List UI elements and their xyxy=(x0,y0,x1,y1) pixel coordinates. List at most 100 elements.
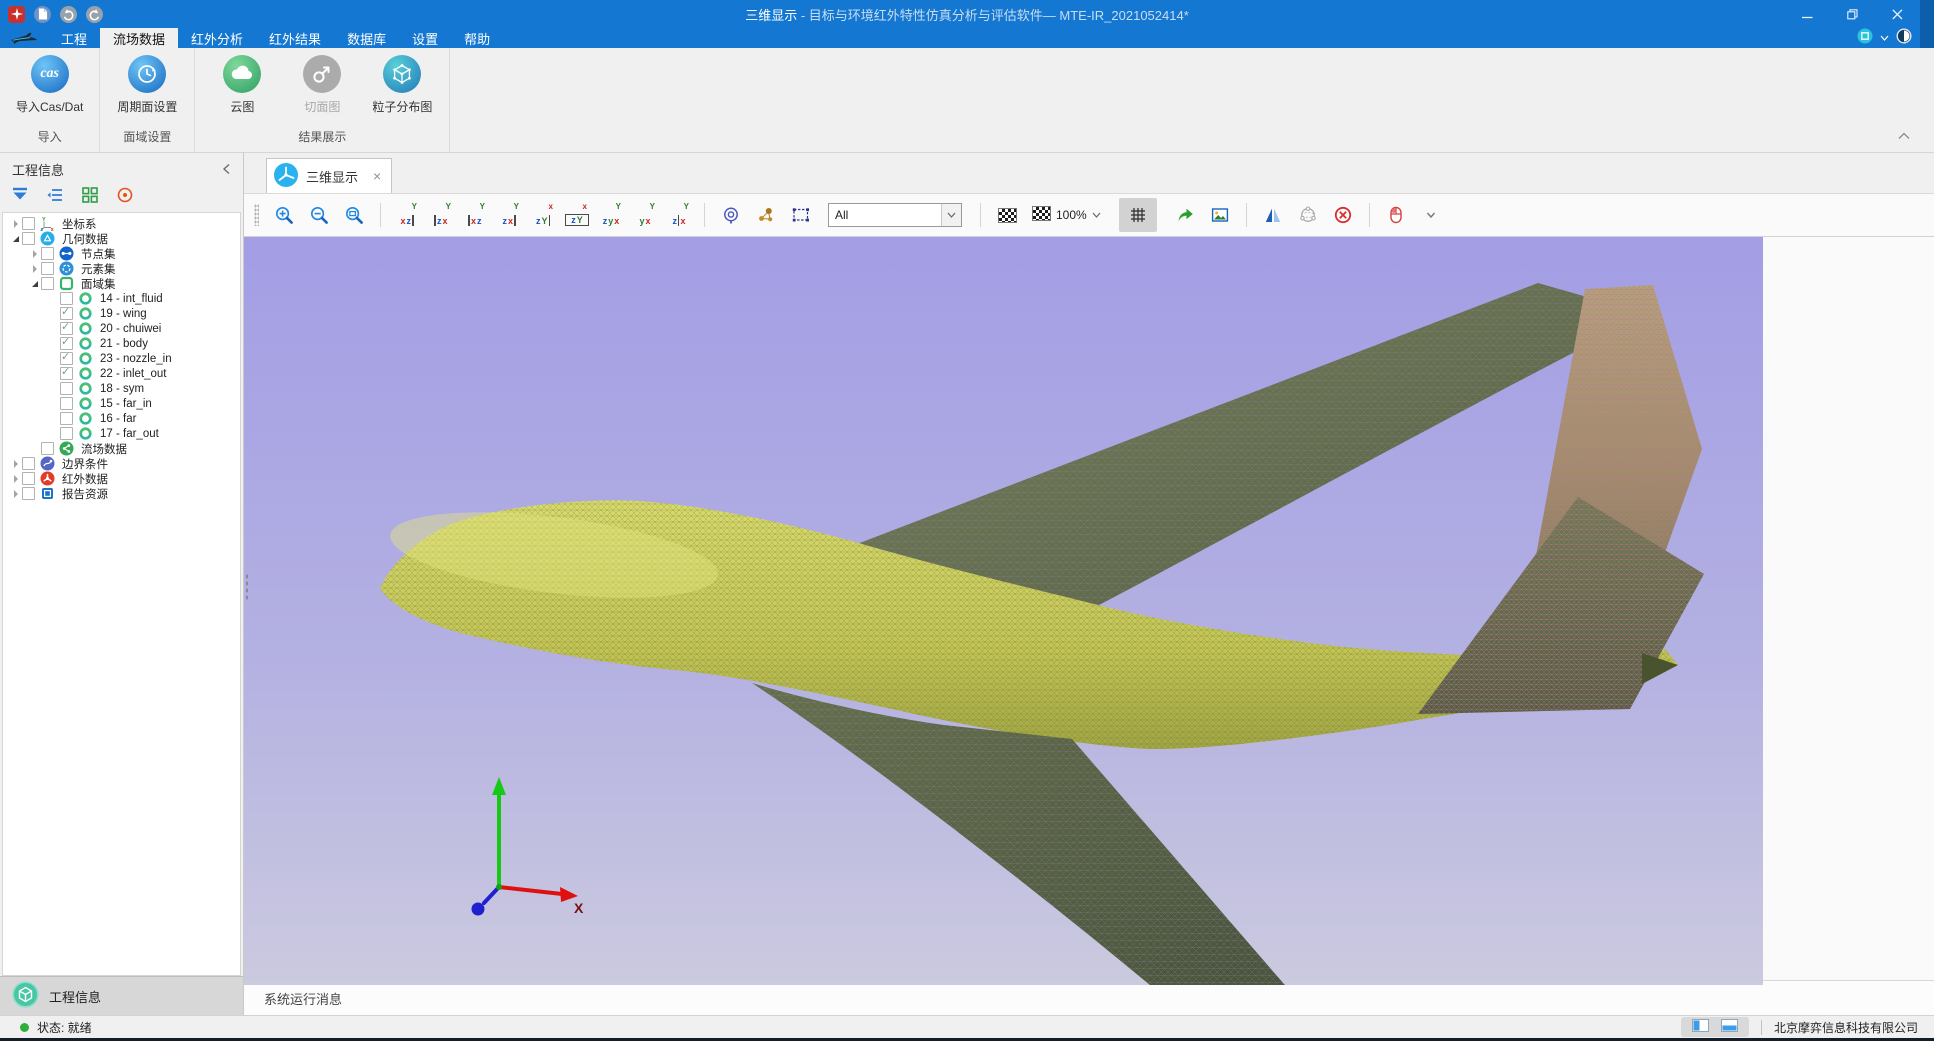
sphere-icon[interactable] xyxy=(1294,200,1322,230)
view-bottom-icon[interactable]: xzY xyxy=(563,202,590,228)
target-icon[interactable] xyxy=(115,185,135,205)
tree-checkbox[interactable] xyxy=(60,397,73,410)
undo-icon[interactable] xyxy=(60,6,77,23)
minimize-icon[interactable] xyxy=(1785,0,1830,28)
tree-item[interactable]: 14 - int_fluid xyxy=(3,291,240,306)
view-left-icon[interactable]: Yxz xyxy=(393,202,420,228)
menu-item[interactable]: 设置 xyxy=(399,28,451,48)
zoom-out-icon[interactable] xyxy=(305,200,333,230)
grid-view-icon[interactable] xyxy=(80,185,100,205)
view-front-icon[interactable]: Yxz xyxy=(461,202,488,228)
view-top-icon[interactable]: xzY xyxy=(529,202,556,228)
tree-item[interactable]: 节点集 xyxy=(3,246,240,261)
collapse-arrow-icon[interactable] xyxy=(28,281,41,287)
close-icon[interactable]: × xyxy=(373,168,381,184)
tree-checkbox[interactable] xyxy=(60,307,73,320)
layout-bottom-icon[interactable] xyxy=(1721,1019,1738,1035)
tree-checkbox[interactable] xyxy=(22,232,35,245)
viewport-3d[interactable]: X xyxy=(244,237,1763,980)
chevron-up-icon[interactable] xyxy=(1898,127,1910,145)
menu-item[interactable]: 红外结果 xyxy=(256,28,334,48)
restore-icon[interactable] xyxy=(1830,0,1875,28)
tree-item[interactable]: 23 - nozzle_in xyxy=(3,351,240,366)
view-iso3-icon[interactable]: Yzx xyxy=(665,202,692,228)
chevron-down-icon[interactable] xyxy=(941,204,961,226)
theme-icon[interactable] xyxy=(1857,28,1873,49)
import-cas-button[interactable]: cas导入Cas/Dat xyxy=(8,55,91,115)
tree-item[interactable]: 19 - wing xyxy=(3,306,240,321)
tree-item[interactable]: 流场数据 xyxy=(3,441,240,456)
mirror-icon[interactable] xyxy=(1259,200,1287,230)
new-document-icon[interactable] xyxy=(34,6,51,23)
chevron-down-icon[interactable] xyxy=(1417,200,1445,230)
expand-arrow-icon[interactable] xyxy=(9,475,22,483)
tree-checkbox[interactable] xyxy=(60,337,73,350)
tree-checkbox[interactable] xyxy=(22,487,35,500)
menu-item[interactable]: 流场数据 xyxy=(100,28,178,48)
menu-item[interactable]: 数据库 xyxy=(334,28,399,48)
tree-item[interactable]: 16 - far xyxy=(3,411,240,426)
menu-item[interactable]: 红外分析 xyxy=(178,28,256,48)
filter-icon[interactable] xyxy=(10,185,30,205)
expand-arrow-icon[interactable] xyxy=(9,220,22,228)
display-mode-icon[interactable] xyxy=(1896,28,1912,49)
zoom-level-dropdown[interactable]: 100% xyxy=(1032,206,1101,224)
panel-footer[interactable]: 工程信息 xyxy=(0,976,243,1015)
tree-checkbox[interactable] xyxy=(60,322,73,335)
expand-arrow-icon[interactable] xyxy=(28,265,41,273)
tree-checkbox[interactable] xyxy=(22,472,35,485)
tree-item[interactable]: 边界条件 xyxy=(3,456,240,471)
tree-item[interactable]: 20 - chuiwei xyxy=(3,321,240,336)
expand-arrow-icon[interactable] xyxy=(9,460,22,468)
mouse-icon[interactable] xyxy=(1382,200,1410,230)
mesh-toggle-button[interactable] xyxy=(1119,198,1157,232)
tree-checkbox[interactable] xyxy=(22,217,35,230)
tree-item[interactable]: 元素集 xyxy=(3,261,240,276)
tree-item[interactable]: 22 - inlet_out xyxy=(3,366,240,381)
zoom-fit-icon[interactable] xyxy=(340,200,368,230)
expand-arrow-icon[interactable] xyxy=(28,250,41,258)
particle-distribution-button[interactable]: 粒子分布图 xyxy=(363,55,441,115)
tree-checkbox[interactable] xyxy=(22,457,35,470)
locate-icon[interactable] xyxy=(717,200,745,230)
tree-checkbox[interactable] xyxy=(60,412,73,425)
outline-icon[interactable] xyxy=(45,185,65,205)
tree-checkbox[interactable] xyxy=(41,277,54,290)
view-back-icon[interactable]: Yzx xyxy=(495,202,522,228)
tree-checkbox[interactable] xyxy=(60,367,73,380)
view-right-icon[interactable]: Yzx xyxy=(427,202,454,228)
tree-checkbox[interactable] xyxy=(60,427,73,440)
viewport-canvas[interactable]: X xyxy=(244,237,1763,985)
menu-item[interactable]: 工程 xyxy=(48,28,100,48)
opacity-icon[interactable] xyxy=(993,200,1021,230)
tree-checkbox[interactable] xyxy=(60,352,73,365)
periodic-face-button[interactable]: 周期面设置 xyxy=(108,55,186,115)
tree-item[interactable]: 18 - sym xyxy=(3,381,240,396)
view-iso-icon[interactable]: Yzyx xyxy=(597,202,624,228)
tree-item[interactable]: 15 - far_in xyxy=(3,396,240,411)
close-icon[interactable] xyxy=(1875,0,1920,28)
menu-item[interactable]: 帮助 xyxy=(451,28,503,48)
tree-checkbox[interactable] xyxy=(41,247,54,260)
tree-checkbox[interactable] xyxy=(60,382,73,395)
tree-item[interactable]: 21 - body xyxy=(3,336,240,351)
layout-left-icon[interactable] xyxy=(1692,1019,1709,1035)
tree-item[interactable]: 报告资源 xyxy=(3,486,240,501)
collapse-arrow-icon[interactable] xyxy=(9,236,22,242)
tree-item[interactable]: 面域集 xyxy=(3,276,240,291)
toolbar-grip[interactable] xyxy=(254,204,259,226)
snapshot-icon[interactable] xyxy=(1206,200,1234,230)
tree-item[interactable]: 红外数据 xyxy=(3,471,240,486)
tree-item[interactable]: 17 - far_out xyxy=(3,426,240,441)
chevron-down-icon[interactable] xyxy=(1880,29,1889,47)
tree-checkbox[interactable] xyxy=(41,262,54,275)
tab-3d-view[interactable]: 三维显示 × xyxy=(266,158,392,193)
panel-splitter[interactable] xyxy=(245,573,249,601)
zoom-in-icon[interactable] xyxy=(270,200,298,230)
tree-item[interactable]: Yzx坐标系 xyxy=(3,216,240,231)
redo-icon[interactable] xyxy=(86,6,103,23)
tree-checkbox[interactable] xyxy=(41,442,54,455)
chevron-left-icon[interactable] xyxy=(222,162,231,178)
select-box-icon[interactable] xyxy=(787,200,815,230)
tree-item[interactable]: 几何数据 xyxy=(3,231,240,246)
